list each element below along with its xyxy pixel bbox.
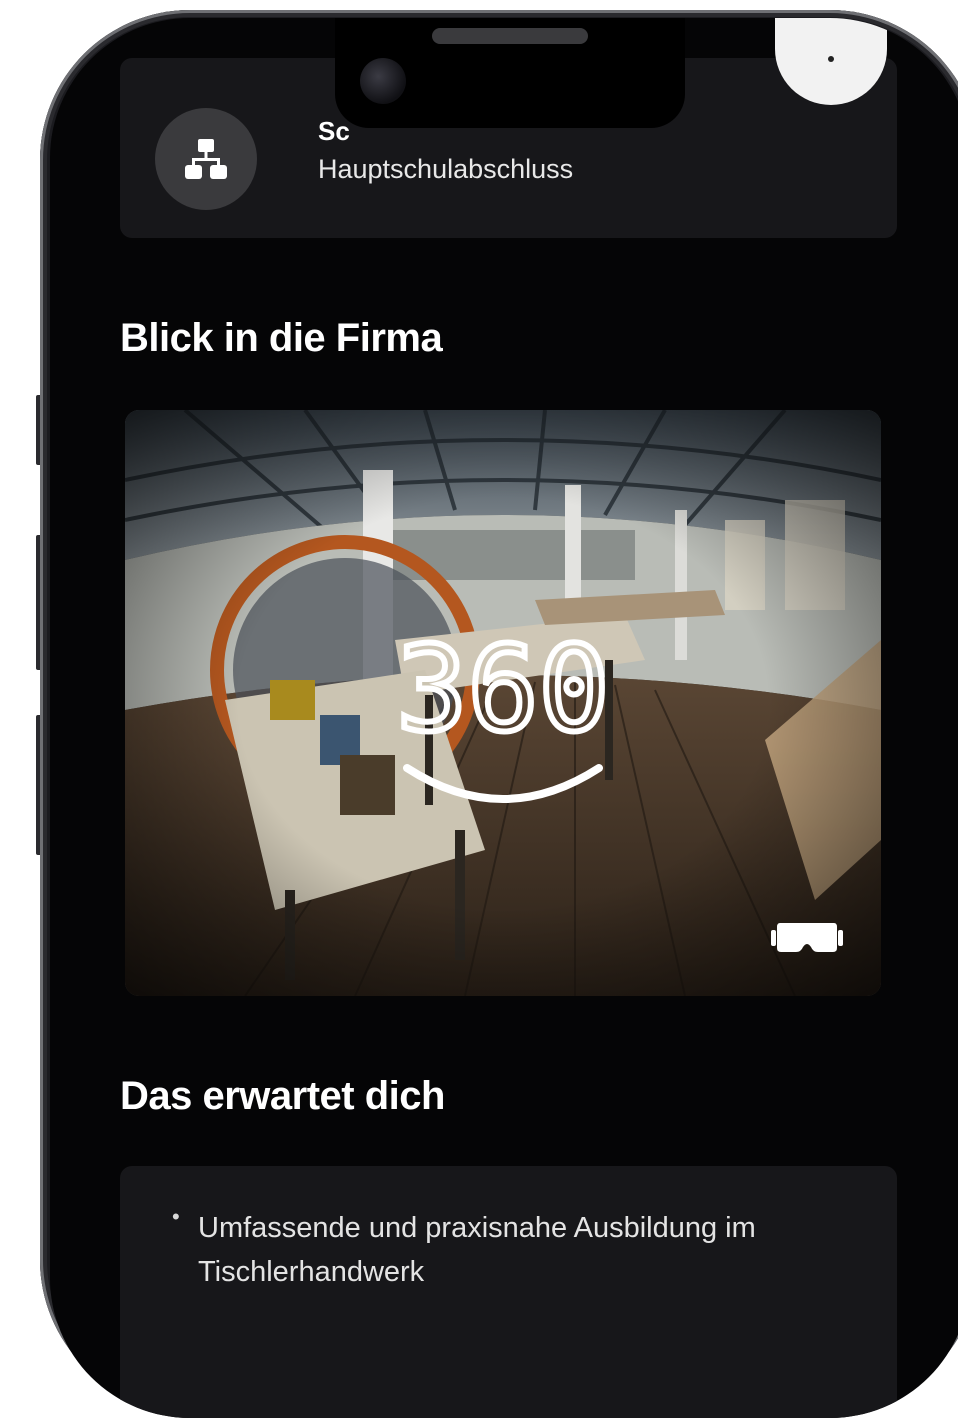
section-title-expect: Das erwartet dich: [120, 1074, 445, 1118]
info-value: Hauptschulabschluss: [318, 154, 574, 184]
workshop-photo: 360: [125, 410, 881, 996]
vr-headset-icon[interactable]: [765, 915, 849, 961]
section-title-company: Blick in die Firma: [120, 316, 443, 360]
corner-badge-dot: [828, 56, 834, 62]
tour-360-preview[interactable]: 360: [125, 410, 881, 996]
org-chart-icon: [155, 108, 257, 210]
phone-screen: Sc Hauptschulabschluss Blick in die Firm…: [50, 18, 958, 1418]
info-label: Sc: [318, 116, 350, 146]
expect-card: • Umfassende und praxisnahe Ausbildung i…: [120, 1166, 897, 1418]
tour-360-badge-text: 360: [396, 620, 609, 758]
speaker-grille: [432, 28, 588, 44]
list-item: Umfassende und praxisnahe Ausbildung im …: [198, 1212, 756, 1288]
list-bullet: •: [172, 1204, 180, 1229]
front-camera: [360, 58, 406, 104]
